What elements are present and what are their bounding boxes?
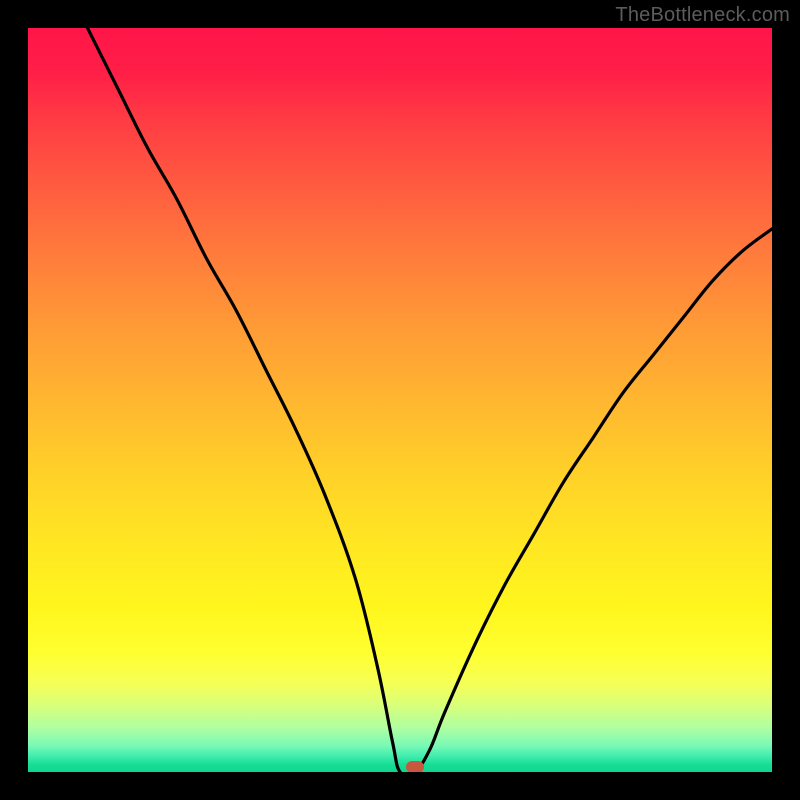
chart-stage: TheBottleneck.com [0,0,800,800]
heat-gradient [28,28,772,772]
plot-area [28,28,772,772]
optimal-marker [406,761,424,772]
watermark-text: TheBottleneck.com [615,4,790,27]
